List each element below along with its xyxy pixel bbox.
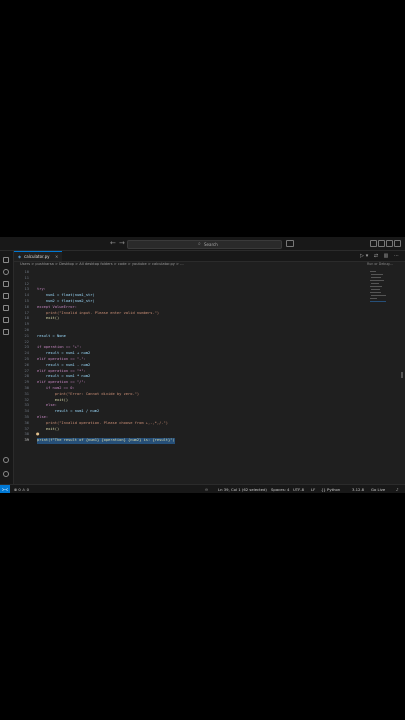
code-line: exit() (37, 316, 60, 321)
tab-bar: ◆ calculator.py × ▷▾ ⇄ ▥ ⋯ (14, 251, 405, 262)
toggle-secondary-sidebar-icon[interactable] (386, 240, 393, 247)
code-editor[interactable]: 10 11 12 13 14 15 16 17 18 19 20 21 22 2… (14, 268, 364, 482)
manage-gear-icon[interactable] (3, 471, 9, 477)
code-line: result = None (37, 333, 66, 338)
search-icon: ⌕ (198, 241, 201, 247)
minimap-line (370, 298, 377, 299)
tab-calculator-py[interactable]: ◆ calculator.py × (14, 251, 62, 261)
testing-icon[interactable] (3, 329, 9, 335)
explorer-icon[interactable] (3, 257, 9, 263)
title-bar: ← → ⌕ Search (0, 237, 405, 251)
close-tab-icon[interactable]: × (55, 254, 58, 260)
editor-actions[interactable]: ▷▾ ⇄ ▥ ⋯ (360, 253, 401, 259)
minimap-line (371, 295, 386, 296)
search-icon[interactable] (3, 269, 9, 275)
indentation[interactable]: Spaces: 4 (271, 485, 289, 493)
language-mode[interactable]: {} Python (321, 485, 340, 493)
status-bar: >< ⊗ 0 ⚠ 0 ⊖ Ln 39, Col 1 (62 selected) … (0, 484, 405, 493)
problems-indicator[interactable]: ⊗ 0 ⚠ 0 (14, 485, 29, 493)
minimap[interactable] (368, 268, 390, 308)
minimap-line (370, 286, 382, 287)
remote-indicator[interactable]: >< (0, 485, 10, 493)
cursor-position[interactable]: Ln 39, Col 1 (62 selected) (218, 485, 267, 493)
notifications-bell-icon[interactable]: ♪ (396, 485, 398, 493)
minimap-line (370, 271, 376, 272)
minimap-line (371, 277, 381, 278)
source-control-icon[interactable] (3, 281, 9, 287)
end-of-line[interactable]: LF (311, 485, 315, 493)
minimap-line (371, 283, 379, 284)
back-arrow-icon[interactable]: ← (110, 239, 116, 247)
run-debug-hint: Run or Debug... (367, 262, 393, 266)
minimap-line (371, 274, 383, 275)
copilot-icon[interactable] (286, 240, 294, 247)
minimap-line (370, 292, 381, 293)
run-debug-icon[interactable] (3, 293, 9, 299)
zoom-icon[interactable]: ⊖ (205, 485, 208, 493)
extensions-icon[interactable] (3, 305, 9, 311)
account-icon[interactable] (3, 457, 9, 463)
command-center-search[interactable]: ⌕ Search (127, 240, 282, 249)
minimap-line (370, 280, 384, 281)
minimap-line (370, 301, 386, 302)
search-placeholder: Search (204, 242, 218, 247)
line-number-current: 39 (24, 438, 29, 443)
tab-label: calculator.py (24, 254, 50, 259)
python-interpreter[interactable]: 3.12.8 (352, 485, 364, 493)
go-live-button[interactable]: Go Live (371, 485, 385, 493)
forward-arrow-icon[interactable]: → (119, 239, 125, 247)
breadcrumb[interactable]: Users > pushkarsa > Desktop > All deskto… (20, 262, 184, 267)
minimap-line (371, 289, 380, 290)
activity-bar (0, 251, 14, 484)
vertical-scrollbar[interactable] (401, 372, 403, 378)
vscode-window: ← → ⌕ Search ◆ calculator.py × ▷▾ ⇄ ▥ ⋯ … (0, 237, 405, 493)
encoding[interactable]: UTF-8 (293, 485, 304, 493)
customize-layout-icon[interactable] (394, 240, 401, 247)
python-file-icon: ◆ (18, 254, 22, 259)
code-line-selected: print(f"The result of {num1} {operation}… (37, 438, 175, 444)
remote-explorer-icon[interactable] (3, 317, 9, 323)
code-line: exit() (37, 426, 60, 431)
lightbulb-icon[interactable]: ● (36, 431, 40, 436)
toggle-panel-icon[interactable] (378, 240, 385, 247)
toggle-sidebar-icon[interactable] (370, 240, 377, 247)
